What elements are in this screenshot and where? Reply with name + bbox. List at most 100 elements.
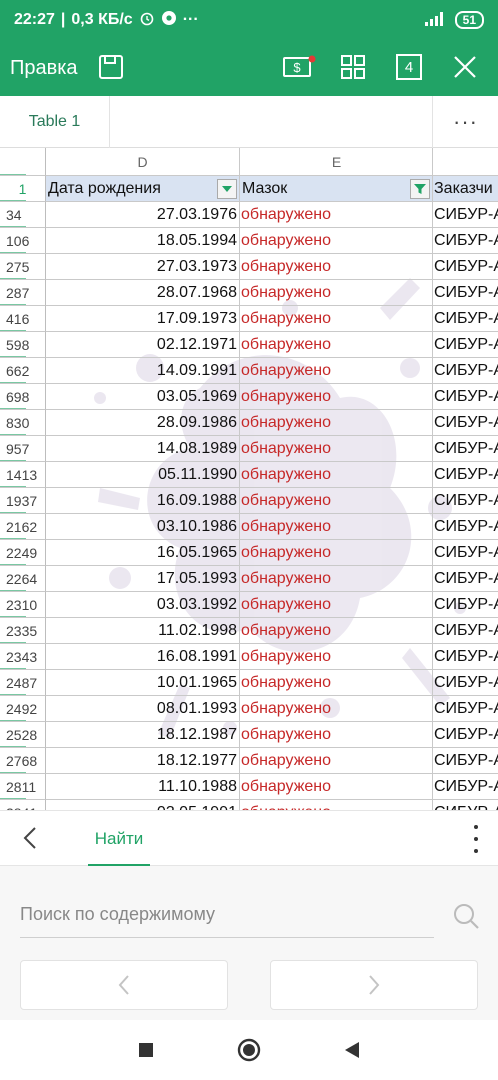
cell-smear[interactable]: обнаружено <box>240 436 433 462</box>
cell-customer[interactable]: СИБУР-А <box>433 254 498 280</box>
cell-birthdate[interactable]: 18.05.1994 <box>46 228 240 254</box>
cell-smear[interactable]: обнаружено <box>240 384 433 410</box>
spreadsheet-grid[interactable]: D E 1 Дата рождения Мазок Заказчи 34 27.0… <box>0 148 498 810</box>
cell-birthdate[interactable]: 18.12.1977 <box>46 748 240 774</box>
row-number[interactable]: 2264 <box>0 566 46 592</box>
row-number[interactable]: 1 <box>0 176 46 202</box>
cell-smear[interactable]: обнаружено <box>240 280 433 306</box>
cell-birthdate[interactable]: 16.08.1991 <box>46 644 240 670</box>
cell-customer[interactable]: СИБУР-А <box>433 592 498 618</box>
cell-smear[interactable]: обнаружено <box>240 540 433 566</box>
save-icon[interactable] <box>96 52 126 82</box>
cell-smear[interactable]: обнаружено <box>240 306 433 332</box>
row-number[interactable]: 34 <box>0 202 46 228</box>
cell-birthdate[interactable]: 03.05.1969 <box>46 384 240 410</box>
cell-birthdate[interactable]: 03.10.1986 <box>46 514 240 540</box>
cell-birthdate[interactable]: 17.09.1973 <box>46 306 240 332</box>
cell-smear[interactable]: обнаружено <box>240 774 433 800</box>
cell-birthdate[interactable]: 27.03.1976 <box>46 202 240 228</box>
cell-customer[interactable]: СИБУР-А <box>433 566 498 592</box>
row-number[interactable]: 2487 <box>0 670 46 696</box>
cell-customer[interactable]: СИБУР-А <box>433 800 498 810</box>
row-number[interactable]: 2528 <box>0 722 46 748</box>
cell-customer[interactable]: СИБУР-А <box>433 748 498 774</box>
cell-birthdate[interactable]: 08.01.1993 <box>46 696 240 722</box>
recent-apps-icon[interactable] <box>134 1038 158 1062</box>
tabs-count-button[interactable]: 4 <box>394 52 424 82</box>
find-next-button[interactable] <box>270 960 478 1010</box>
cell-customer[interactable]: СИБУР-А <box>433 540 498 566</box>
row-number[interactable]: 2310 <box>0 592 46 618</box>
row-number[interactable]: 287 <box>0 280 46 306</box>
edit-mode-label[interactable]: Правка <box>10 57 78 80</box>
cell-customer[interactable]: СИБУР-А <box>433 228 498 254</box>
row-number[interactable]: 2249 <box>0 540 46 566</box>
row-number[interactable]: 1413 <box>0 462 46 488</box>
cell-birthdate[interactable]: 05.11.1990 <box>46 462 240 488</box>
header-cell-customer[interactable]: Заказчи <box>433 176 498 202</box>
cell-birthdate[interactable]: 03.05.1991 <box>46 800 240 810</box>
row-number[interactable]: 830 <box>0 410 46 436</box>
row-number[interactable]: 2335 <box>0 618 46 644</box>
cell-customer[interactable]: СИБУР-А <box>433 332 498 358</box>
row-number[interactable]: 2162 <box>0 514 46 540</box>
cell-customer[interactable]: СИБУР-А <box>433 774 498 800</box>
sheet-tab-table-1[interactable]: Table 1 <box>0 96 110 148</box>
cell-smear[interactable]: обнаружено <box>240 618 433 644</box>
filter-icon[interactable] <box>410 179 430 199</box>
cell-birthdate[interactable]: 17.05.1993 <box>46 566 240 592</box>
tab-find[interactable]: Найти <box>88 811 150 867</box>
cell-birthdate[interactable]: 16.09.1988 <box>46 488 240 514</box>
header-cell-smear[interactable]: Мазок <box>240 176 433 202</box>
row-number[interactable]: 1937 <box>0 488 46 514</box>
home-icon[interactable] <box>237 1038 261 1062</box>
cell-smear[interactable]: обнаружено <box>240 670 433 696</box>
header-cell-birthdate[interactable]: Дата рождения <box>46 176 240 202</box>
more-options-icon[interactable]: ··· <box>432 96 498 148</box>
cell-smear[interactable]: обнаружено <box>240 696 433 722</box>
cell-customer[interactable]: СИБУР-А <box>433 410 498 436</box>
cell-smear[interactable]: обнаружено <box>240 254 433 280</box>
row-number[interactable]: 598 <box>0 332 46 358</box>
cell-smear[interactable]: обнаружено <box>240 644 433 670</box>
cell-birthdate[interactable]: 10.01.1965 <box>46 670 240 696</box>
cell-customer[interactable]: СИБУР-А <box>433 644 498 670</box>
column-letter-e[interactable]: E <box>240 148 433 176</box>
cell-birthdate[interactable]: 27.03.1973 <box>46 254 240 280</box>
cell-smear[interactable]: обнаружено <box>240 488 433 514</box>
row-number[interactable]: 2841 <box>0 800 46 810</box>
cell-customer[interactable]: СИБУР-А <box>433 280 498 306</box>
grid-view-icon[interactable] <box>338 52 368 82</box>
row-number[interactable]: 106 <box>0 228 46 254</box>
cell-smear[interactable]: обнаружено <box>240 228 433 254</box>
row-number[interactable]: 416 <box>0 306 46 332</box>
cell-smear[interactable]: обнаружено <box>240 410 433 436</box>
cell-birthdate[interactable]: 18.12.1987 <box>46 722 240 748</box>
column-letter-f[interactable] <box>433 148 498 176</box>
column-letter-d[interactable]: D <box>46 148 240 176</box>
row-number[interactable]: 275 <box>0 254 46 280</box>
cell-customer[interactable]: СИБУР-А <box>433 618 498 644</box>
cell-customer[interactable]: СИБУР-А <box>433 202 498 228</box>
row-number[interactable]: 698 <box>0 384 46 410</box>
cell-smear[interactable]: обнаружено <box>240 514 433 540</box>
back-triangle-icon[interactable] <box>340 1038 364 1062</box>
cell-birthdate[interactable]: 14.08.1989 <box>46 436 240 462</box>
row-number[interactable]: 2811 <box>0 774 46 800</box>
cell-smear[interactable]: обнаружено <box>240 202 433 228</box>
cell-smear[interactable]: обнаружено <box>240 332 433 358</box>
cell-customer[interactable]: СИБУР-А <box>433 722 498 748</box>
cell-birthdate[interactable]: 03.03.1992 <box>46 592 240 618</box>
search-input[interactable] <box>20 892 434 938</box>
back-arrow-icon[interactable] <box>16 823 44 853</box>
cell-customer[interactable]: СИБУР-А <box>433 436 498 462</box>
corner-cell[interactable] <box>0 148 46 176</box>
search-icon[interactable] <box>452 902 480 930</box>
cell-customer[interactable]: СИБУР-А <box>433 514 498 540</box>
cell-smear[interactable]: обнаружено <box>240 358 433 384</box>
cell-customer[interactable]: СИБУР-А <box>433 306 498 332</box>
row-number[interactable]: 2768 <box>0 748 46 774</box>
cell-smear[interactable]: обнаружено <box>240 462 433 488</box>
cell-smear[interactable]: обнаружено <box>240 592 433 618</box>
cell-birthdate[interactable]: 16.05.1965 <box>46 540 240 566</box>
